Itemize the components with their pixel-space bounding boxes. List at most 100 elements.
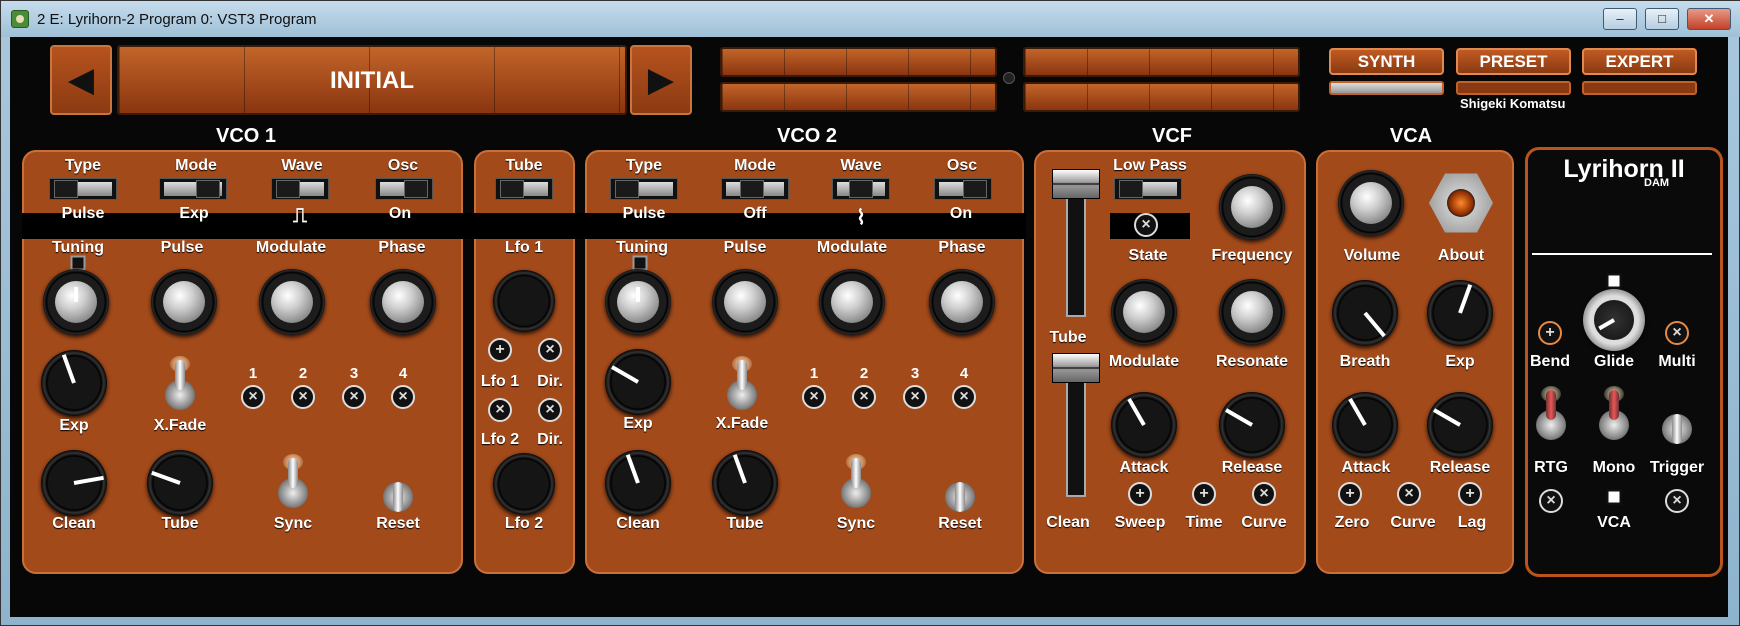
mono-toggle[interactable]	[1596, 386, 1632, 444]
vca-zero-trim[interactable]: +	[1338, 482, 1362, 506]
vco1-sync-toggle[interactable]	[275, 454, 311, 512]
trigger-toggle[interactable]	[1659, 394, 1695, 448]
vco1-mod-1-trim[interactable]: ×	[241, 385, 265, 409]
close-button[interactable]: ✕	[1687, 8, 1731, 30]
lfo2-small-label: Lfo 2	[480, 431, 520, 448]
vco1-type-switch[interactable]	[49, 178, 117, 200]
vco1-tuning-knob[interactable]	[43, 269, 109, 335]
vco2-phase-knob[interactable]	[929, 269, 995, 335]
vco2-clean-knob[interactable]	[605, 450, 671, 516]
vca-exp-knob[interactable]	[1427, 280, 1493, 346]
brand-sub: DAM	[1644, 177, 1670, 189]
lfo1-knob[interactable]	[493, 270, 555, 332]
vco1-mode-switch[interactable]	[159, 178, 227, 200]
vcf-attack-knob[interactable]	[1111, 392, 1177, 458]
rtg-label: RTG	[1534, 459, 1568, 476]
vco1-phase-label: Phase	[378, 239, 426, 256]
lfo2-knob[interactable]	[493, 453, 555, 515]
vco1-xfade-toggle[interactable]	[162, 356, 198, 414]
vca-volume-knob[interactable]	[1338, 170, 1404, 236]
bend-trim[interactable]: +	[1538, 321, 1562, 345]
lfo1-dir-trim[interactable]: ×	[538, 338, 562, 362]
vco2-mod-2-trim[interactable]: ×	[852, 385, 876, 409]
display-1[interactable]	[720, 47, 997, 77]
vco2-clean-label: Clean	[616, 515, 660, 532]
vco1-osc-switch[interactable]	[375, 178, 433, 200]
vcf-resonate-knob[interactable]	[1219, 279, 1285, 345]
vco1-modulate-knob[interactable]	[259, 269, 325, 335]
tab-synth[interactable]: SYNTH	[1329, 48, 1444, 75]
rtg-toggle[interactable]	[1533, 386, 1569, 444]
vco1-wave-switch[interactable]	[271, 178, 329, 200]
rtg-trim[interactable]: ×	[1539, 489, 1563, 513]
vco1-clean-knob[interactable]	[41, 450, 107, 516]
vca-attack-knob[interactable]	[1332, 392, 1398, 458]
trigger-trim[interactable]: ×	[1665, 489, 1689, 513]
tab-synth-indicator	[1329, 81, 1444, 95]
vco1-reset-toggle[interactable]	[380, 462, 416, 516]
glide-checkbox[interactable]	[1606, 273, 1622, 289]
switch-strip	[22, 213, 1026, 239]
vco1-pulse-knob[interactable]	[151, 269, 217, 335]
glide-knob[interactable]	[1583, 289, 1645, 351]
vco2-mod-1-trim[interactable]: ×	[802, 385, 826, 409]
vco2-tuning-knob[interactable]	[605, 269, 671, 335]
lfo2-label: Lfo 2	[504, 515, 544, 532]
lfo2-rate-trim[interactable]: ×	[488, 398, 512, 422]
vco2-mod-3-trim[interactable]: ×	[903, 385, 927, 409]
vco1-phase-knob[interactable]	[370, 269, 436, 335]
vco2-pulse-knob[interactable]	[712, 269, 778, 335]
vco2-sync-toggle[interactable]	[838, 454, 874, 512]
vcf-frequency-knob[interactable]	[1219, 174, 1285, 240]
maximize-button[interactable]: □	[1645, 8, 1679, 30]
vco2-phase-label: Phase	[938, 239, 986, 256]
vca-checkbox[interactable]	[1606, 489, 1622, 505]
display-4[interactable]	[1023, 82, 1300, 112]
vco2-type-switch[interactable]	[610, 178, 678, 200]
vco1-reset-label: Reset	[376, 515, 420, 532]
vco2-mod-4-trim[interactable]: ×	[952, 385, 976, 409]
vca-breath-knob[interactable]	[1332, 280, 1398, 346]
lfo1-rate-trim[interactable]: +	[488, 338, 512, 362]
vco2-modulate-knob[interactable]	[819, 269, 885, 335]
vcf-release-knob[interactable]	[1219, 392, 1285, 458]
vcf-time-trim[interactable]: +	[1192, 482, 1216, 506]
tube-switch[interactable]	[495, 178, 553, 200]
tab-expert[interactable]: EXPERT	[1582, 48, 1697, 75]
next-preset-button[interactable]: ▶	[630, 45, 692, 115]
display-3[interactable]	[1023, 47, 1300, 77]
vco2-tube-knob[interactable]	[712, 450, 778, 516]
vco1-mod-2-trim[interactable]: ×	[291, 385, 315, 409]
vco2-reset-toggle[interactable]	[942, 462, 978, 516]
display-2[interactable]	[720, 82, 997, 112]
vco2-exp-knob[interactable]	[605, 349, 671, 415]
vco2-osc-switch[interactable]	[934, 178, 992, 200]
vca-lag-trim[interactable]: +	[1458, 482, 1482, 506]
vcf-state-trim[interactable]: ×	[1134, 213, 1158, 237]
title-bar: 2 E: Lyrihorn-2 Program 0: VST3 Program …	[1, 1, 1740, 37]
lfo2-dir-trim[interactable]: ×	[538, 398, 562, 422]
prev-preset-button[interactable]: ◀	[50, 45, 112, 115]
minimize-button[interactable]: –	[1603, 8, 1637, 30]
multi-trim[interactable]: ×	[1665, 321, 1689, 345]
vcf-tube-fader[interactable]	[1052, 169, 1100, 199]
vcf-modulate-knob[interactable]	[1111, 279, 1177, 345]
vco1-mod-3-trim[interactable]: ×	[342, 385, 366, 409]
vco2-mode-switch[interactable]	[721, 178, 789, 200]
lfo1-label: Lfo 1	[504, 239, 544, 256]
vco2-xfade-toggle[interactable]	[724, 356, 760, 414]
vco1-exp-knob[interactable]	[41, 350, 107, 416]
tab-preset[interactable]: PRESET	[1456, 48, 1571, 75]
trigger-label: Trigger	[1649, 459, 1705, 476]
vca-release-knob[interactable]	[1427, 392, 1493, 458]
vco1-tube-knob[interactable]	[147, 450, 213, 516]
vco1-header: VCO 1	[215, 125, 277, 147]
vcf-sweep-trim[interactable]: +	[1128, 482, 1152, 506]
vcf-curve-trim[interactable]: ×	[1252, 482, 1276, 506]
vco2-wave-switch[interactable]	[832, 178, 890, 200]
vca-curve-trim[interactable]: ×	[1397, 482, 1421, 506]
bend-label: Bend	[1530, 353, 1570, 370]
vco1-mod-4-trim[interactable]: ×	[391, 385, 415, 409]
vcf-filter-switch[interactable]	[1114, 178, 1182, 200]
vcf-clean-fader[interactable]	[1052, 353, 1100, 383]
